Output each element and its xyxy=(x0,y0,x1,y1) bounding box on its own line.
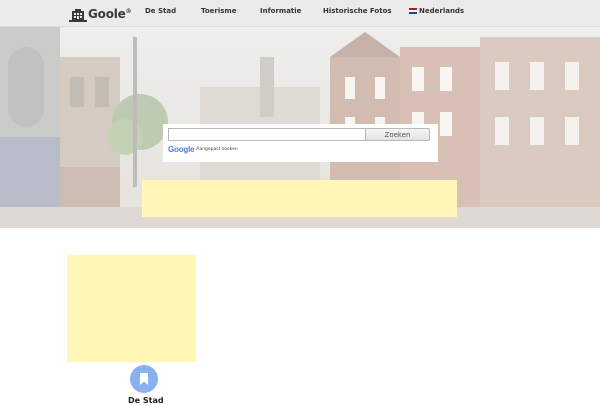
nav-item-toerisme[interactable]: Toerisme xyxy=(201,7,236,15)
building-logo-icon xyxy=(69,7,87,22)
nav-item-language[interactable]: Nederlands xyxy=(419,7,464,15)
google-custom-search-branding: Google Aangepast zoeken xyxy=(168,145,238,154)
ad-box-placeholder xyxy=(67,255,196,362)
ad-banner-placeholder xyxy=(142,180,457,217)
search-input[interactable] xyxy=(168,128,366,141)
site-header: Goole® De Stad Toerisme Informatie Histo… xyxy=(0,0,600,27)
custom-search-label: Aangepast zoeken xyxy=(196,147,238,152)
bookmark-button[interactable] xyxy=(130,365,158,393)
hero-section: Zoeken Google Aangepast zoeken xyxy=(0,27,600,228)
dutch-flag-icon xyxy=(409,8,417,14)
nav-item-de-stad[interactable]: De Stad xyxy=(145,7,176,15)
search-box: Zoeken Google Aangepast zoeken xyxy=(163,124,438,162)
site-logo[interactable]: Goole® xyxy=(69,5,132,22)
section-title: De Stad xyxy=(128,396,164,405)
bookmark-icon xyxy=(139,370,149,389)
search-button[interactable]: Zoeken xyxy=(365,128,430,141)
google-logo-text: Google xyxy=(168,145,195,154)
logo-text: Goole® xyxy=(88,7,132,21)
nav-item-historische-fotos[interactable]: Historische Fotos xyxy=(323,7,392,15)
nav-item-informatie[interactable]: Informatie xyxy=(260,7,301,15)
